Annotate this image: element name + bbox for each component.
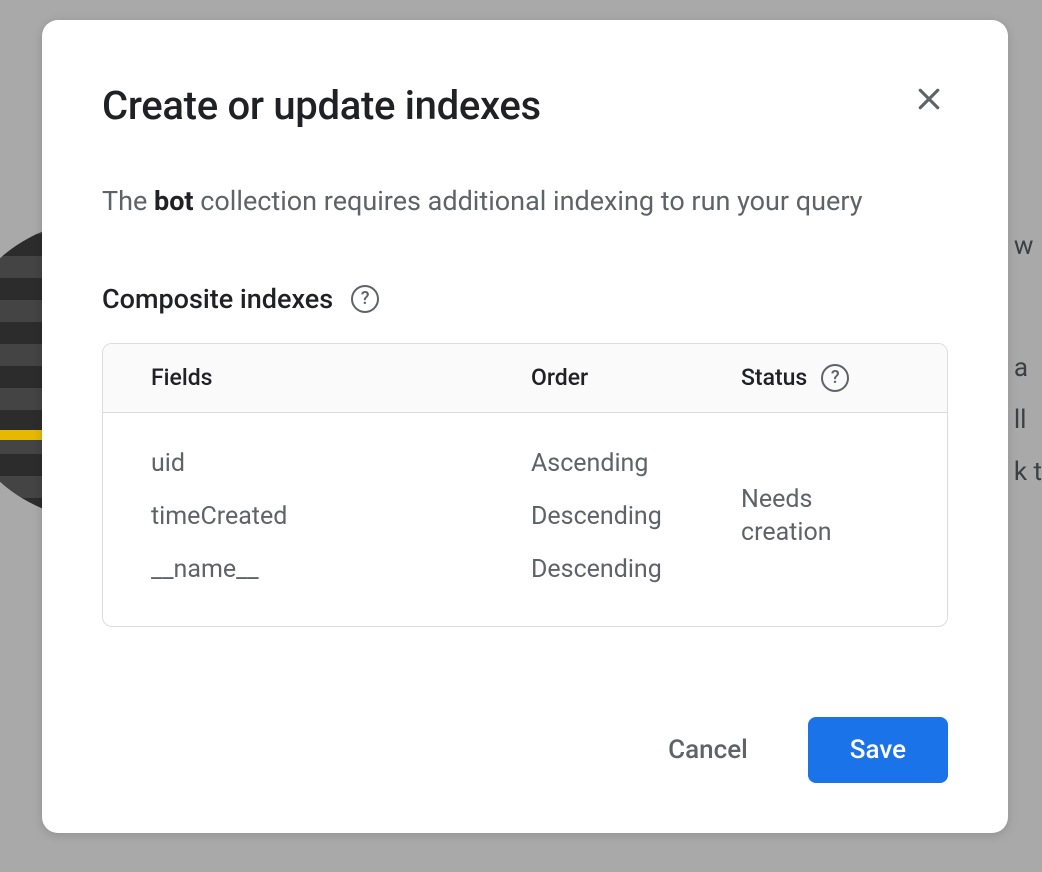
field-name: timeCreated: [151, 502, 531, 531]
field-name: __name__: [151, 555, 531, 584]
help-icon[interactable]: ?: [351, 285, 379, 313]
header-status-label: Status: [741, 364, 807, 391]
save-button[interactable]: Save: [808, 717, 948, 783]
header-fields: Fields: [151, 364, 531, 391]
description-suffix: collection requires additional indexing …: [194, 185, 863, 217]
indexes-table: Fields Order Status ? uid timeCreated __…: [102, 343, 948, 627]
help-icon[interactable]: ?: [821, 364, 849, 392]
field-order: Ascending: [531, 449, 741, 478]
status-value: Needs creation: [741, 483, 899, 551]
field-order: Descending: [531, 502, 741, 531]
create-index-modal: Create or update indexes The bot collect…: [42, 20, 1008, 833]
close-icon: [914, 84, 944, 114]
modal-description: The bot collection requires additional i…: [102, 183, 948, 221]
section-title: Composite indexes: [102, 283, 333, 315]
description-collection-name: bot: [154, 185, 194, 217]
cancel-button[interactable]: Cancel: [648, 723, 768, 777]
table-header-row: Fields Order Status ?: [103, 344, 947, 413]
modal-title: Create or update indexes: [102, 82, 541, 129]
field-order: Descending: [531, 555, 741, 584]
field-name: uid: [151, 449, 531, 478]
header-status: Status ?: [741, 364, 899, 392]
table-body: uid timeCreated __name__ Ascending Desce…: [103, 413, 947, 626]
close-button[interactable]: [910, 80, 948, 121]
description-prefix: The: [102, 185, 154, 217]
header-order: Order: [531, 364, 741, 391]
